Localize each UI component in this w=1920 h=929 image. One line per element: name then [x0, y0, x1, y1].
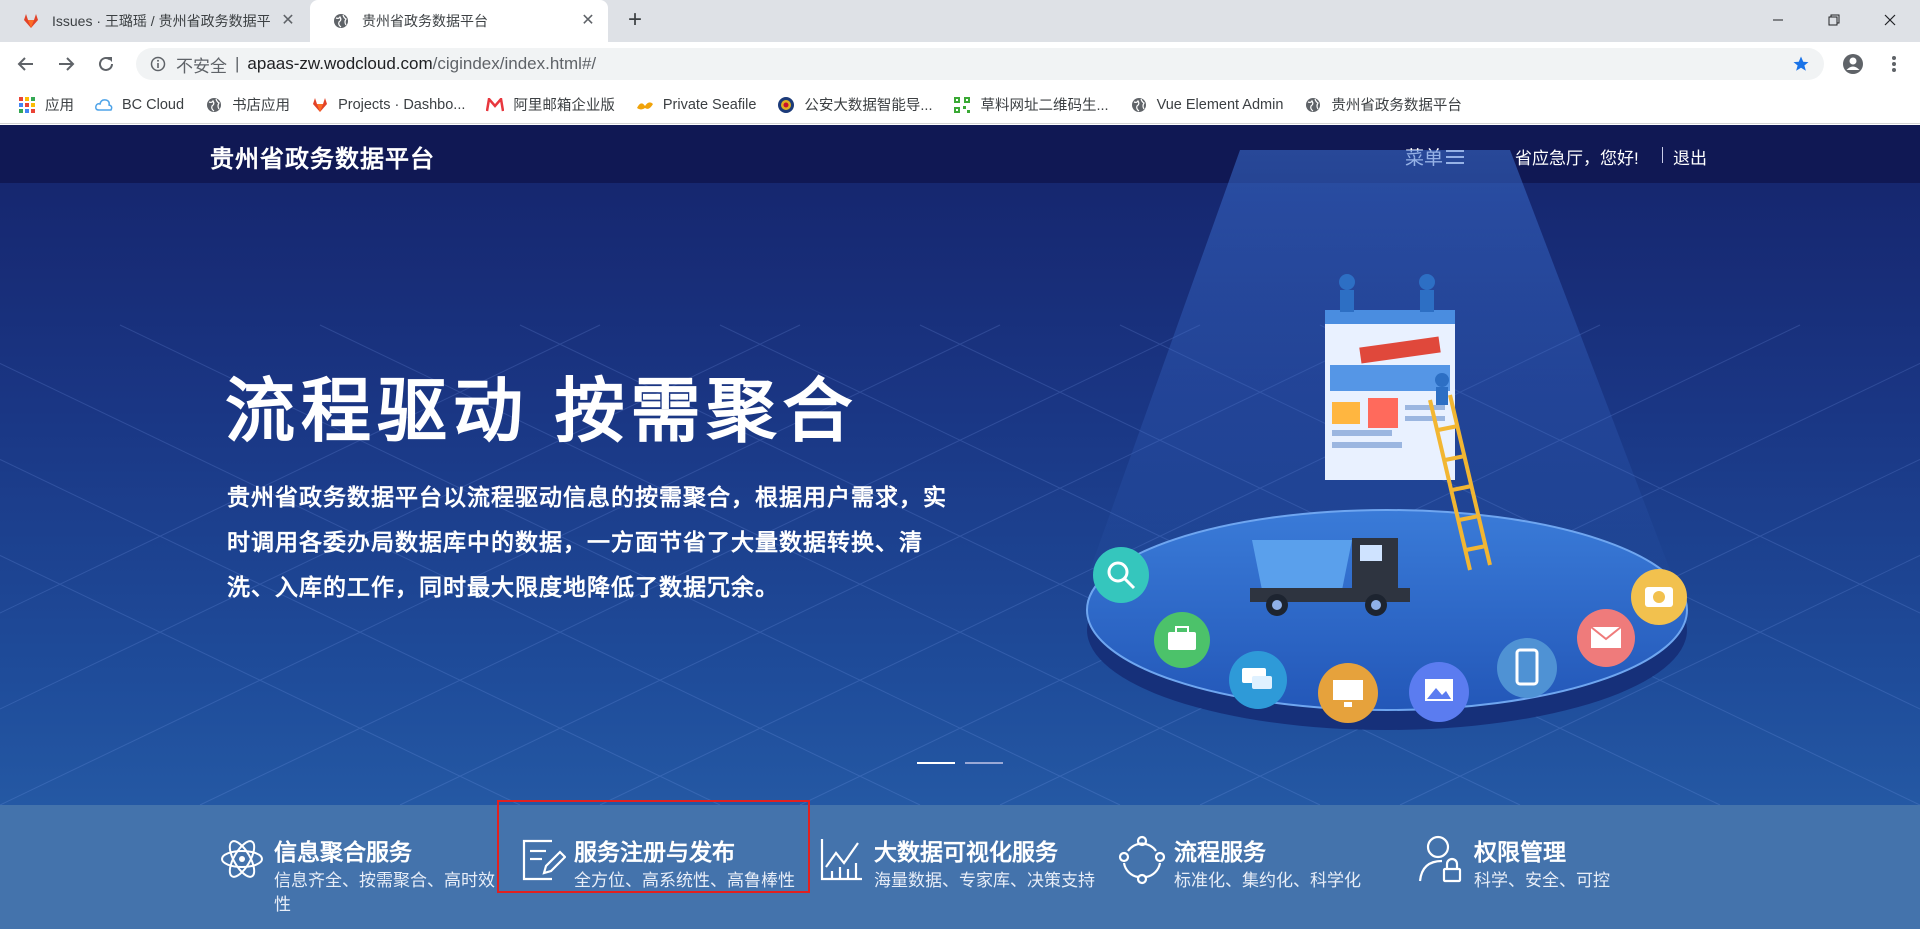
service-title: 大数据可视化服务: [874, 839, 1058, 865]
atom-icon: [221, 840, 263, 878]
bookmark-projects[interactable]: Projects · Dashbo...: [311, 96, 465, 114]
browser-tab-bar: Issues · 王璐瑶 / 贵州省政务数据平 ✕ 贵州省政务数据平台 ✕ +: [0, 0, 1920, 42]
police-badge-icon: [777, 96, 795, 114]
reload-icon[interactable]: [92, 50, 120, 78]
bookmark-label: 草料网址二维码生...: [980, 98, 1109, 114]
bookmark-label: 阿里邮箱企业版: [513, 98, 615, 114]
service-process[interactable]: 流程服务 标准化、集约化、科学化: [1118, 833, 1398, 923]
restore-icon[interactable]: [1814, 6, 1854, 34]
apps-grid-icon: [18, 96, 36, 114]
close-window-icon[interactable]: [1870, 6, 1910, 34]
tab-title: 贵州省政务数据平台: [362, 13, 488, 29]
bookmark-seafile[interactable]: Private Seafile: [636, 96, 757, 114]
services-bar: 信息聚合服务 信息齐全、按需聚合、高时效性 服务注册与发布 全方位、高系统性、高…: [0, 805, 1920, 929]
bookmark-label: 公安大数据智能导...: [804, 98, 933, 114]
bookmark-bookstore[interactable]: 书店应用: [205, 94, 290, 115]
edit-document-icon: [522, 839, 566, 881]
minimize-icon[interactable]: [1758, 6, 1798, 34]
security-label: 不安全: [176, 56, 227, 76]
bookmark-label: Vue Element Admin: [1156, 96, 1284, 113]
carousel-dot-2[interactable]: [965, 762, 1003, 764]
page-viewport: 贵州省政务数据平台 菜单 省应急厅，您好! 退出 流程驱动 按需聚合 贵州省政务…: [0, 125, 1920, 929]
gitlab-fox-icon: [22, 12, 40, 30]
bookmark-label: 应用: [45, 98, 74, 114]
bookmarks-bar: 应用 BC Cloud 书店应用 Projects · Dashbo... 阿里…: [0, 86, 1920, 124]
bookmark-gz-platform[interactable]: 贵州省政务数据平台: [1304, 94, 1462, 115]
service-desc: 科学、安全、可控: [1474, 871, 1610, 890]
cloud-icon: [95, 96, 113, 114]
site-title[interactable]: 贵州省政务数据平台: [210, 139, 435, 174]
address-bar[interactable]: 不安全 | apaas-zw.wodcloud.com /cigindex/in…: [136, 48, 1824, 80]
user-lock-icon: [1418, 835, 1462, 883]
close-tab-icon[interactable]: ✕: [580, 13, 596, 29]
tab-issues[interactable]: Issues · 王璐瑶 / 贵州省政务数据平 ✕: [0, 0, 308, 42]
bookmark-label: BC Cloud: [122, 96, 185, 113]
bookmark-apps[interactable]: 应用: [18, 94, 74, 115]
gitlab-fox-icon: [311, 96, 329, 114]
service-desc: 全方位、高系统性、高鲁棒性: [574, 871, 795, 890]
hero-description: 贵州省政务数据平台以流程驱动信息的按需聚合，根据用户需求，实时调用各委办局数据库…: [227, 484, 947, 600]
service-bigdata-visualization[interactable]: 大数据可视化服务 海量数据、专家库、决策支持: [818, 833, 1118, 923]
new-tab-button[interactable]: +: [622, 8, 648, 34]
globe-icon: [332, 12, 350, 30]
carousel-dot-1[interactable]: [917, 762, 955, 764]
tab-platform[interactable]: 贵州省政务数据平台 ✕: [310, 0, 608, 42]
address-separator: |: [235, 54, 240, 73]
bookmark-label: 书店应用: [232, 98, 291, 114]
service-desc: 标准化、集约化、科学化: [1174, 871, 1361, 890]
bookmark-star-icon[interactable]: [1792, 55, 1810, 78]
url-path: /cigindex/index.html#/: [432, 54, 597, 73]
bookmark-police[interactable]: 公安大数据智能导...: [777, 94, 932, 115]
bookmark-qr[interactable]: 草料网址二维码生...: [953, 94, 1109, 115]
forward-arrow-icon[interactable]: [52, 50, 80, 78]
back-arrow-icon[interactable]: [12, 50, 40, 78]
close-tab-icon[interactable]: ✕: [280, 13, 296, 29]
url-host: apaas-zw.wodcloud.com: [247, 54, 433, 73]
info-icon[interactable]: [150, 56, 166, 72]
service-permission[interactable]: 权限管理 科学、安全、可控: [1418, 833, 1698, 923]
service-desc: 信息齐全、按需聚合、高时效性: [274, 871, 495, 914]
more-menu-icon[interactable]: [1880, 50, 1908, 78]
hero-illustration: [1086, 150, 1688, 730]
bookmark-label: Projects · Dashbo...: [338, 96, 466, 113]
profile-avatar-icon[interactable]: [1839, 50, 1867, 78]
browser-toolbar: 不安全 | apaas-zw.wodcloud.com /cigindex/in…: [0, 42, 1920, 86]
mail-m-icon: [486, 96, 505, 114]
qr-code-icon: [953, 96, 971, 114]
tab-title: Issues · 王璐瑶 / 贵州省政务数据平: [52, 13, 271, 29]
carousel-indicators: [917, 762, 1013, 764]
service-title: 信息聚合服务: [274, 839, 412, 865]
service-info-aggregation[interactable]: 信息聚合服务 信息齐全、按需聚合、高时效性: [218, 833, 503, 923]
process-cycle-icon: [1118, 835, 1166, 885]
seafile-icon: [636, 96, 654, 114]
globe-icon: [205, 96, 223, 114]
service-title: 服务注册与发布: [574, 839, 735, 865]
bookmark-label: Private Seafile: [662, 96, 757, 113]
service-desc: 海量数据、专家库、决策支持: [874, 871, 1095, 890]
globe-icon: [1130, 96, 1148, 114]
line-chart-icon: [820, 839, 862, 881]
globe-icon: [1304, 96, 1322, 114]
service-registration-publish[interactable]: 服务注册与发布 全方位、高系统性、高鲁棒性: [518, 833, 808, 923]
bookmark-alimail[interactable]: 阿里邮箱企业版: [486, 94, 615, 115]
bookmark-bc-cloud[interactable]: BC Cloud: [95, 96, 184, 114]
hero-title: 流程驱动 按需聚合: [225, 372, 859, 450]
service-title: 流程服务: [1174, 839, 1266, 865]
bookmark-label: 贵州省政务数据平台: [1331, 98, 1462, 114]
bookmark-vue-admin[interactable]: Vue Element Admin: [1130, 96, 1284, 114]
service-title: 权限管理: [1474, 839, 1566, 865]
